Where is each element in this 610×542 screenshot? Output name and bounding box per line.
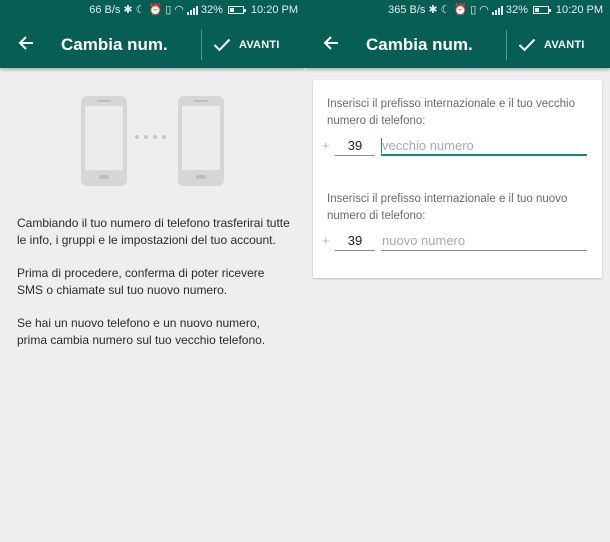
transfer-dots <box>135 135 166 139</box>
change-number-form-screen: 365 B/s ✱ ☾ ⏰ ▯ ◠ 32% 10:20 PM Cambia nu… <box>305 0 610 542</box>
alarm-icon: ⏰ <box>148 3 163 16</box>
battery-icon <box>532 6 551 14</box>
alarm-icon: ⏰ <box>453 3 468 16</box>
do-not-disturb-icon: ☾ <box>135 3 146 16</box>
next-button-label: AVANTI <box>544 39 585 51</box>
next-button[interactable]: AVANTI <box>514 27 589 63</box>
signal-icon <box>186 5 198 15</box>
network-speed: 66 B/s <box>89 4 121 16</box>
plus-sign: + <box>322 138 330 153</box>
vibrate-icon: ▯ <box>470 3 477 16</box>
signal-icon <box>491 5 503 15</box>
toolbar-divider <box>506 30 507 60</box>
page-title: Cambia num. <box>366 35 473 54</box>
change-number-info-screen: 66 B/s ✱ ☾ ⏰ ▯ ◠ 32% 10:20 PM Cambia num… <box>0 0 305 542</box>
page-title: Cambia num. <box>61 35 168 54</box>
app-toolbar: Cambia num. AVANTI <box>305 22 610 68</box>
wifi-icon: ◠ <box>174 3 184 16</box>
status-time: 10:20 PM <box>250 4 298 16</box>
old-number-input[interactable] <box>381 136 587 156</box>
new-number-input[interactable] <box>381 231 587 251</box>
battery-icon <box>227 6 246 14</box>
battery-percent: 32% <box>505 4 528 16</box>
wifi-icon: ◠ <box>479 3 489 16</box>
arrow-left-icon <box>323 34 339 57</box>
old-country-code-input[interactable] <box>335 136 375 156</box>
phone-number-form-card: Inserisci il prefisso internazionale e i… <box>313 80 602 278</box>
next-button[interactable]: AVANTI <box>209 27 284 63</box>
info-paragraph: Se hai un nuovo telefono e un nuovo nume… <box>17 316 266 347</box>
text-cursor <box>381 138 382 153</box>
app-toolbar: Cambia num. AVANTI <box>0 22 305 68</box>
status-time: 10:20 PM <box>555 4 603 16</box>
network-speed: 365 B/s <box>388 4 426 16</box>
status-bar: 66 B/s ✱ ☾ ⏰ ▯ ◠ 32% 10:20 PM <box>0 0 305 22</box>
old-phone-icon <box>81 96 127 186</box>
back-button[interactable] <box>8 27 44 63</box>
check-icon <box>518 38 536 52</box>
next-button-label: AVANTI <box>239 39 280 51</box>
plus-sign: + <box>322 233 330 248</box>
bluetooth-icon: ✱ <box>123 3 133 16</box>
arrow-left-icon <box>18 34 34 57</box>
toolbar-divider <box>201 30 202 60</box>
old-number-row: + <box>322 136 597 158</box>
back-button[interactable] <box>313 27 349 63</box>
do-not-disturb-icon: ☾ <box>440 3 451 16</box>
new-number-label: Inserisci il prefisso internazionale e i… <box>327 193 568 222</box>
info-paragraph: Cambiando il tuo numero di telefono tras… <box>17 216 290 247</box>
battery-percent: 32% <box>200 4 223 16</box>
status-bar: 365 B/s ✱ ☾ ⏰ ▯ ◠ 32% 10:20 PM <box>305 0 610 22</box>
info-paragraph: Prima di procedere, conferma di poter ri… <box>17 266 265 297</box>
old-number-label: Inserisci il prefisso internazionale e i… <box>327 98 576 127</box>
vibrate-icon: ▯ <box>165 3 172 16</box>
phones-illustration <box>0 86 305 196</box>
bluetooth-icon: ✱ <box>428 3 438 16</box>
new-number-row: + <box>322 231 597 253</box>
check-icon <box>213 38 231 52</box>
info-text: Cambiando il tuo numero di telefono tras… <box>17 215 292 365</box>
new-phone-icon <box>178 96 224 186</box>
new-country-code-input[interactable] <box>335 231 375 251</box>
